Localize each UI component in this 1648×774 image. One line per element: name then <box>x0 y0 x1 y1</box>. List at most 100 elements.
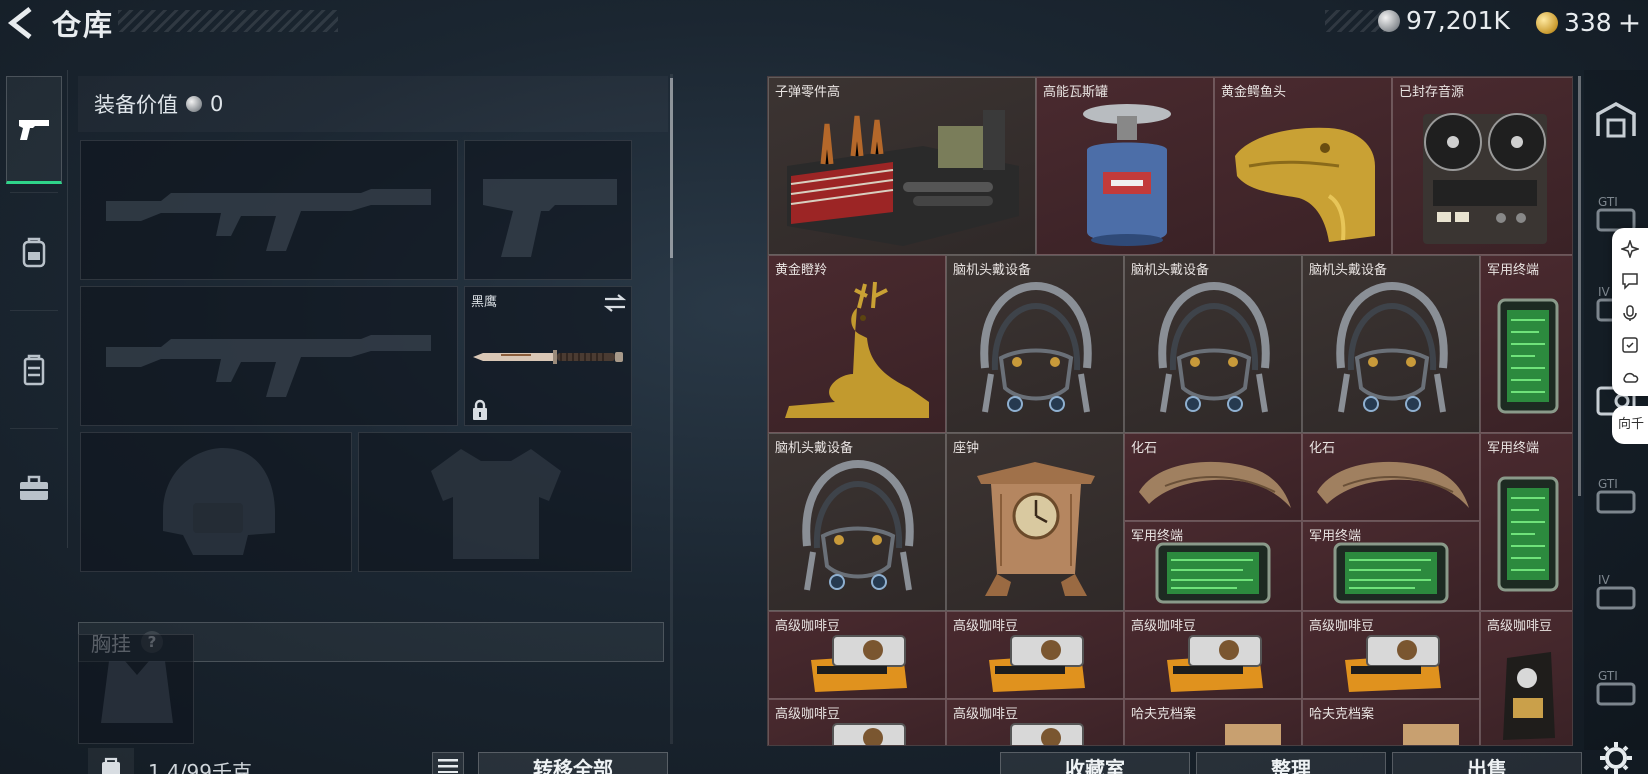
stash-item[interactable]: 高级咖啡豆 <box>1124 611 1302 699</box>
item-name: 哈夫克档案 <box>1131 707 1197 722</box>
silver-coin-icon <box>1378 9 1400 32</box>
sort-button[interactable]: 整理 <box>1196 752 1386 774</box>
military-terminal-icon <box>1497 476 1559 592</box>
stash-item[interactable]: 高级咖啡豆 <box>946 611 1124 699</box>
back-arrow-icon[interactable] <box>4 6 40 40</box>
stash-item[interactable]: 高级咖啡豆 <box>1480 611 1572 745</box>
combat-knife-icon <box>473 350 623 364</box>
item-name: 军用终端 <box>1487 441 1540 456</box>
item-name: 高级咖啡豆 <box>953 619 1019 634</box>
tab-weapons[interactable] <box>6 76 62 184</box>
stash-item[interactable]: 高级咖啡豆 <box>946 699 1124 745</box>
equipment-value-label: 装备价值 <box>94 93 178 117</box>
currency-decoration <box>1325 10 1385 32</box>
tab-toolbox[interactable] <box>6 434 62 542</box>
screenshot-icon[interactable] <box>1621 336 1639 354</box>
military-terminal-icon <box>1155 542 1271 604</box>
stash-item[interactable]: 已封存音源 <box>1392 77 1572 255</box>
stash-item[interactable]: 脑机头戴设备 <box>946 255 1124 433</box>
top-bar: 仓库 97,201K 338 + <box>0 0 1648 46</box>
stash-item[interactable]: 脑机头戴设备 <box>1302 255 1480 433</box>
stash-item[interactable]: 黄金鳄鱼头 <box>1214 77 1392 255</box>
title-decoration <box>118 10 338 32</box>
tab-storage-5[interactable]: GTI <box>1592 472 1640 520</box>
item-name: 黄金鳄鱼头 <box>1221 85 1287 100</box>
item-name: 化石 <box>1131 441 1158 456</box>
comment-icon[interactable] <box>1621 272 1639 290</box>
item-name: 脑机头戴设备 <box>1309 263 1388 278</box>
item-name: 高级咖啡豆 <box>1131 619 1197 634</box>
stash-item[interactable]: 脑机头戴设备 <box>1124 255 1302 433</box>
item-name: 黄金瞪羚 <box>775 263 828 278</box>
coffee-beans-icon <box>989 635 1085 692</box>
weight-icon <box>102 757 120 774</box>
stash-item[interactable]: 军用终端 <box>1124 521 1302 611</box>
stash-item[interactable]: 军用终端 <box>1480 433 1572 611</box>
stash-item[interactable]: 黄金瞪羚 <box>768 255 946 433</box>
primary-weapon-slot-2[interactable] <box>80 286 458 426</box>
stash-item[interactable]: 哈夫克档案 <box>1302 699 1480 745</box>
stash-item[interactable]: 高级咖啡豆 <box>768 611 946 699</box>
vest-icon <box>23 354 45 386</box>
primary-weapon-slot-1[interactable] <box>80 140 458 280</box>
list-view-button[interactable] <box>432 752 464 774</box>
stash-item[interactable]: 座钟 <box>946 433 1124 611</box>
collection-room-button[interactable]: 收藏室 <box>1000 752 1190 774</box>
item-name: 高能瓦斯罐 <box>1043 85 1109 100</box>
helmet-slot[interactable] <box>80 432 352 572</box>
item-name: 子弹零件高 <box>775 85 841 100</box>
mantel-clock-icon <box>977 462 1095 596</box>
tab-storage-7[interactable]: GTI <box>1592 664 1640 712</box>
body-armor-slot[interactable] <box>358 432 632 572</box>
stash-item[interactable]: 化石 <box>1302 433 1480 521</box>
stash-item[interactable]: 子弹零件高 <box>768 77 1036 255</box>
fossil-claw-icon <box>1317 461 1469 508</box>
storage-box-icon: IV <box>1596 573 1636 610</box>
tab-storage-main[interactable] <box>1592 96 1640 144</box>
add-currency-button[interactable]: + <box>1618 6 1641 39</box>
armor-silhouette-icon <box>431 449 561 559</box>
sell-button[interactable]: 出售 <box>1392 752 1582 774</box>
coffee-beans-icon <box>1167 635 1263 692</box>
tab-separator <box>10 428 58 429</box>
rifle-silhouette-icon <box>106 189 431 251</box>
stash-item[interactable]: 军用终端 <box>1302 521 1480 611</box>
ai-sparkle-icon[interactable] <box>1621 240 1639 258</box>
equipment-scrollbar-thumb[interactable] <box>670 78 673 258</box>
stash-item[interactable]: 军用终端 <box>1480 255 1572 433</box>
stash-item[interactable]: 高能瓦斯罐 <box>1036 77 1214 255</box>
voice-icon[interactable] <box>1621 304 1639 322</box>
tab-separator <box>10 192 58 193</box>
settings-gear-icon[interactable] <box>1596 736 1636 774</box>
item-name: 脑机头戴设备 <box>775 441 854 456</box>
coffee-bag-icon <box>1503 652 1555 740</box>
stash-item[interactable]: 化石 <box>1124 433 1302 521</box>
tab-storage-6[interactable]: IV <box>1592 568 1640 616</box>
transfer-all-button[interactable]: 转移全部 <box>478 752 668 774</box>
stash-item[interactable]: 高级咖啡豆 <box>768 699 946 745</box>
gold-currency[interactable]: 338 + <box>1536 6 1641 39</box>
stash-item[interactable]: 哈夫克档案 <box>1124 699 1302 745</box>
golden-crocodile-head-icon <box>1235 127 1375 242</box>
cloud-icon[interactable] <box>1621 368 1639 386</box>
tab-vest[interactable] <box>6 316 62 424</box>
brain-headset-icon <box>980 281 1092 413</box>
toolbox-icon <box>20 475 48 500</box>
coffee-beans-icon <box>1010 723 1084 745</box>
stash-scrollbar[interactable] <box>1578 76 1581 496</box>
pistol-slot[interactable] <box>464 140 632 280</box>
equipment-value-bar: 装备价值 0 <box>78 76 668 132</box>
tab-backpack[interactable] <box>6 198 62 306</box>
military-terminal-icon <box>1333 542 1449 604</box>
storage-box-icon: GTI <box>1596 669 1636 706</box>
equipment-panel: 装备价值 0 黑鹰 <box>76 70 672 750</box>
floating-ask-tag[interactable]: 向千 <box>1612 406 1648 444</box>
stash-item[interactable]: 高级咖啡豆 <box>1302 611 1480 699</box>
golden-gazelle-icon <box>785 281 929 418</box>
stash-item[interactable]: 脑机头戴设备 <box>768 433 946 611</box>
swap-icon[interactable] <box>603 293 627 313</box>
lock-icon <box>473 399 487 420</box>
melee-slot[interactable]: 黑鹰 <box>464 286 632 426</box>
reel-to-reel-recorder-icon <box>1423 113 1547 244</box>
chest-rig-slot[interactable] <box>78 634 194 744</box>
